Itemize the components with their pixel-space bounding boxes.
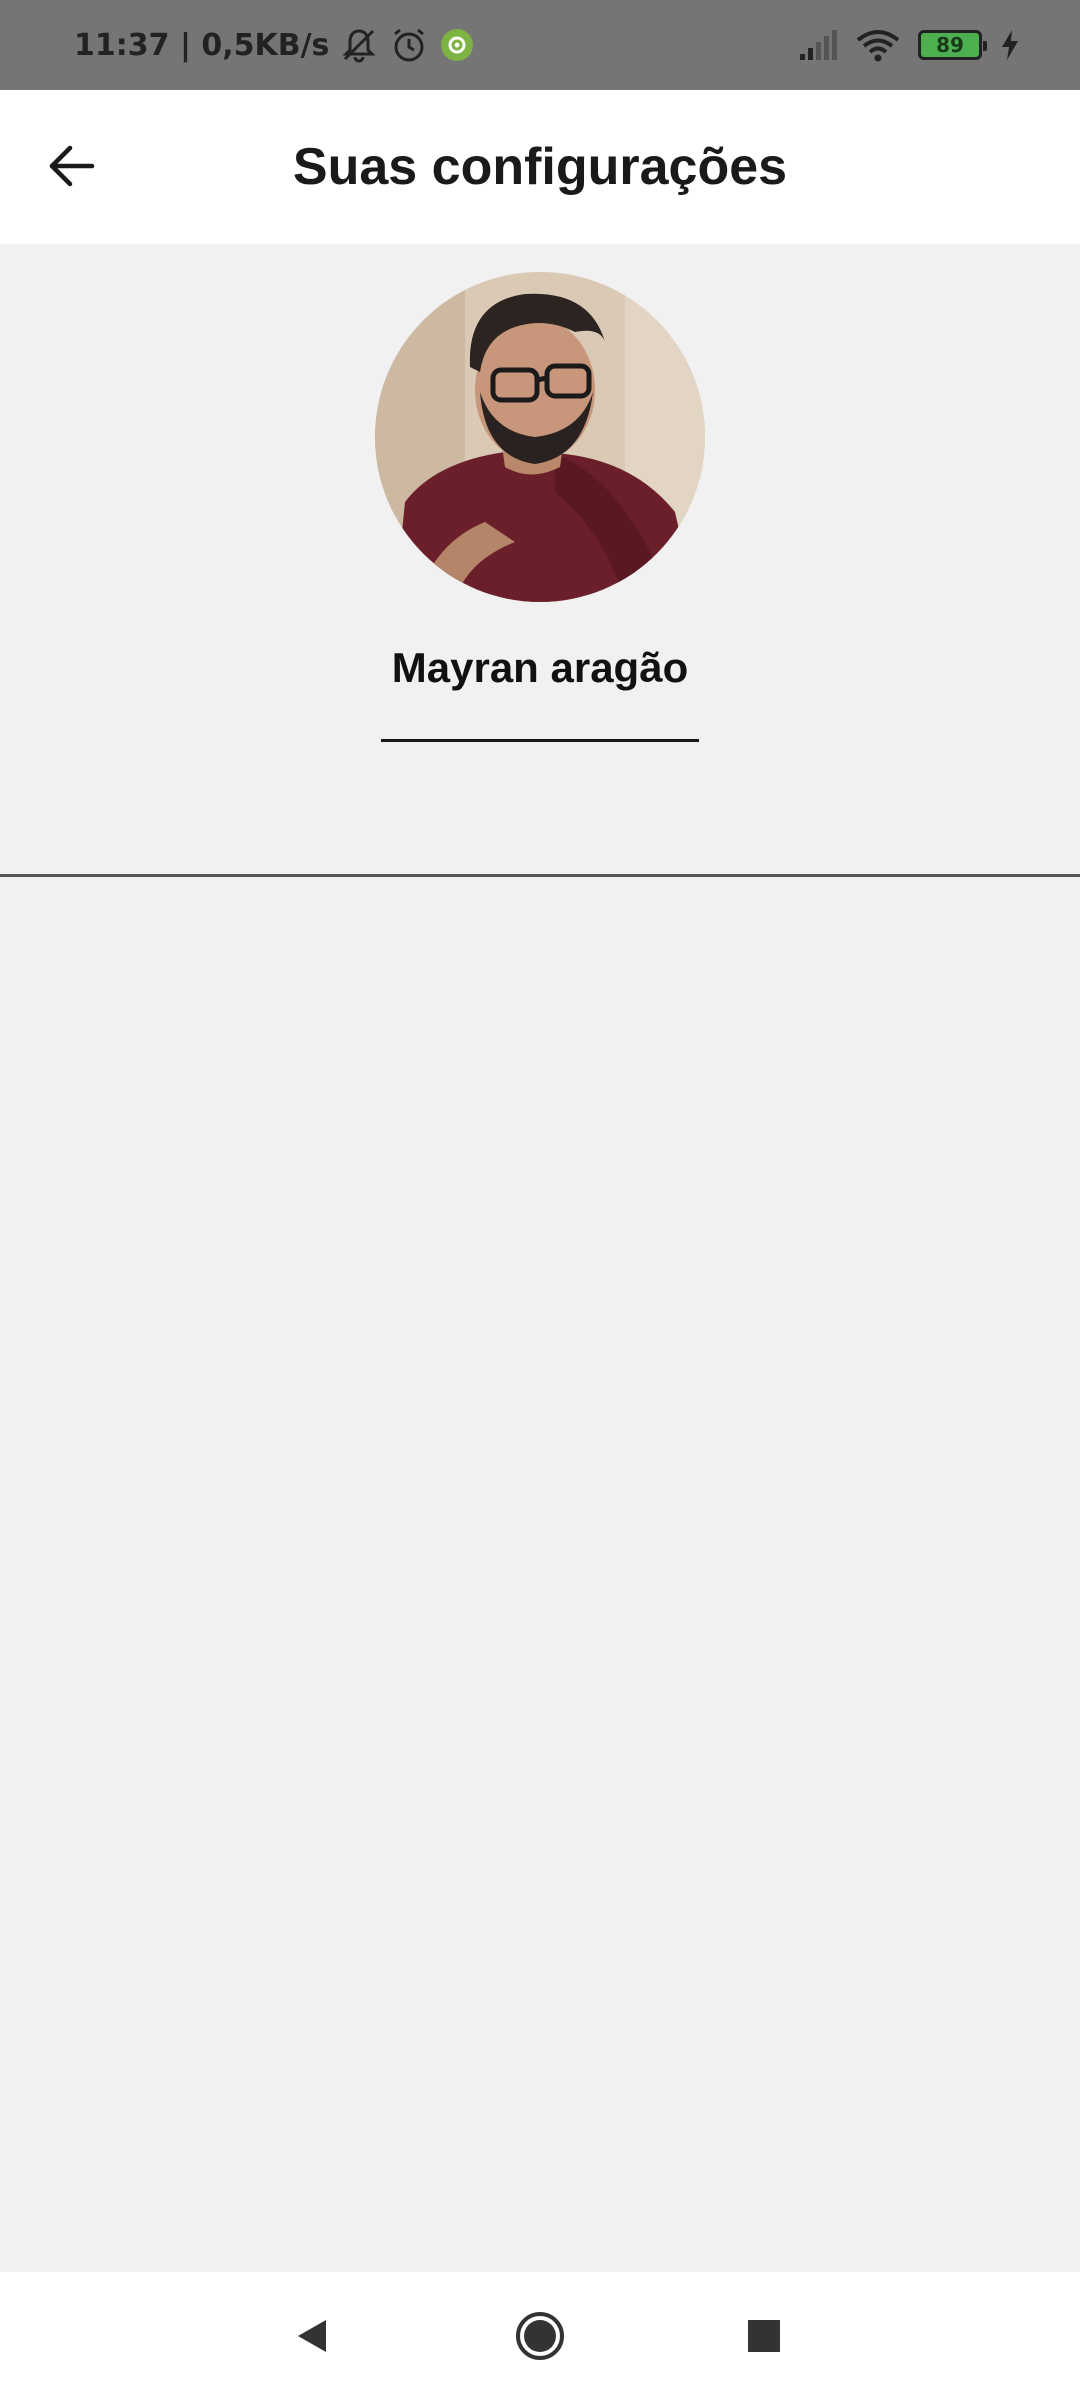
home-circle-icon xyxy=(516,2312,564,2360)
nav-home-button[interactable] xyxy=(510,2306,570,2366)
signal-icon xyxy=(798,28,838,62)
charging-icon xyxy=(1000,28,1020,62)
nav-recents-button[interactable] xyxy=(734,2306,794,2366)
alarm-icon xyxy=(389,25,429,65)
status-left: 11:37 | 0,5KB/s xyxy=(74,0,475,90)
system-nav-bar xyxy=(0,2272,1080,2400)
status-time-speed: 11:37 | 0,5KB/s xyxy=(74,27,330,63)
avatar[interactable] xyxy=(375,272,705,602)
profile-section: Mayran aragão xyxy=(0,244,1080,877)
status-bar: 11:37 | 0,5KB/s 89 xyxy=(0,0,1080,90)
app-header: Suas configurações xyxy=(0,90,1080,244)
section-divider xyxy=(0,874,1080,877)
profile-photo xyxy=(375,272,705,602)
app-notification-icon xyxy=(439,27,475,63)
status-right: 89 xyxy=(798,0,1020,90)
battery-icon: 89 xyxy=(918,30,987,60)
recents-square-icon xyxy=(748,2320,780,2352)
name-field[interactable]: Mayran aragão xyxy=(381,624,699,742)
wifi-icon xyxy=(856,28,900,62)
nav-back-button[interactable] xyxy=(282,2306,342,2366)
page-title: Suas configurações xyxy=(292,138,788,196)
mute-bell-icon xyxy=(339,25,379,65)
battery-level: 89 xyxy=(936,33,964,57)
back-triangle-icon xyxy=(298,2320,326,2352)
profile-name: Mayran aragão xyxy=(391,644,689,691)
